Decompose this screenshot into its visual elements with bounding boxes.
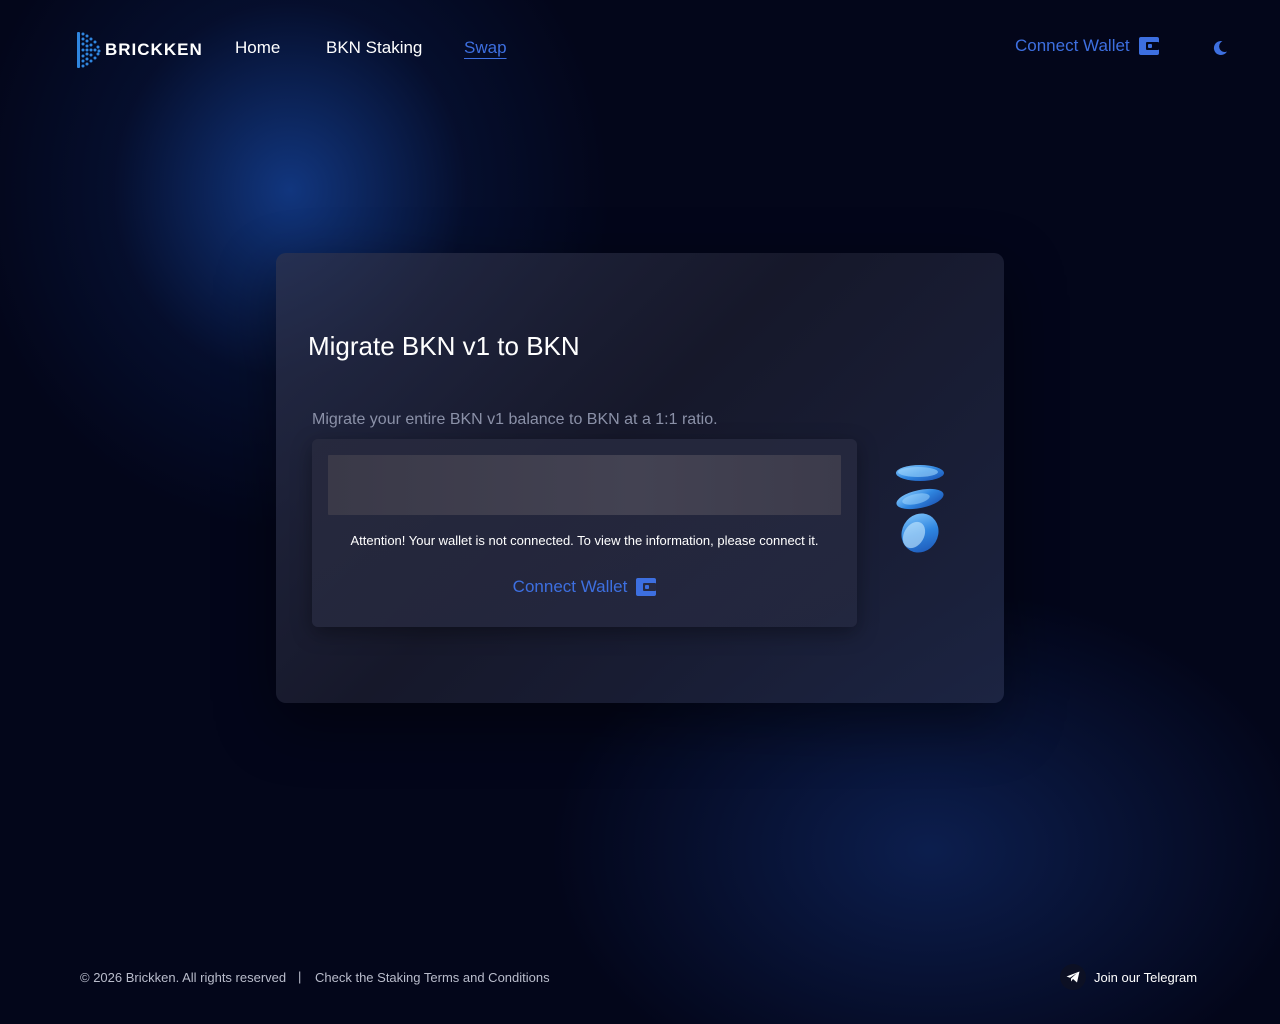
loading-placeholder: [328, 455, 841, 515]
wallet-warning: Attention! Your wallet is not connected.…: [350, 533, 819, 548]
connect-wallet-label: Connect Wallet: [1015, 36, 1130, 55]
moon-icon[interactable]: [1210, 38, 1230, 58]
brickken-logo[interactable]: BRICKKEN: [76, 30, 203, 70]
telegram-icon: [1060, 964, 1086, 990]
migration-card: Migrate BKN v1 to BKN Migrate your entir…: [276, 253, 1004, 703]
card-title: Migrate BKN v1 to BKN: [308, 331, 580, 361]
card-subtitle: Migrate your entire BKN v1 balance to BK…: [312, 411, 718, 428]
connect-wallet-button[interactable]: Connect Wallet: [312, 577, 857, 597]
header: BRICKKEN Home BKN Staking Swap Connect W…: [0, 0, 1280, 96]
nav-home[interactable]: Home: [235, 38, 280, 58]
join-telegram-link[interactable]: Join our Telegram: [1060, 964, 1197, 990]
telegram-label: Join our Telegram: [1094, 969, 1198, 985]
coins-icon: [896, 465, 944, 553]
copyright-text: © 2026 Brickken. All rights reserved: [80, 970, 287, 985]
wallet-icon: [636, 578, 657, 596]
wallet-icon: [1138, 37, 1159, 55]
migration-panel: Attention! Your wallet is not connected.…: [312, 439, 857, 627]
brickken-logo-icon: [77, 32, 101, 68]
footer-divider: |: [298, 969, 302, 984]
nav-bkn-staking[interactable]: BKN Staking: [326, 38, 422, 58]
nav-swap[interactable]: Swap: [464, 38, 507, 58]
brand-name: BRICKKEN: [105, 40, 203, 59]
footer: © 2026 Brickken. All rights reserved | C…: [0, 960, 1280, 996]
staking-terms-link[interactable]: Check the Staking Terms and Conditions: [315, 970, 550, 985]
connect-wallet-label: Connect Wallet: [512, 577, 628, 596]
header-connect-wallet-button[interactable]: Connect Wallet: [1015, 36, 1159, 56]
